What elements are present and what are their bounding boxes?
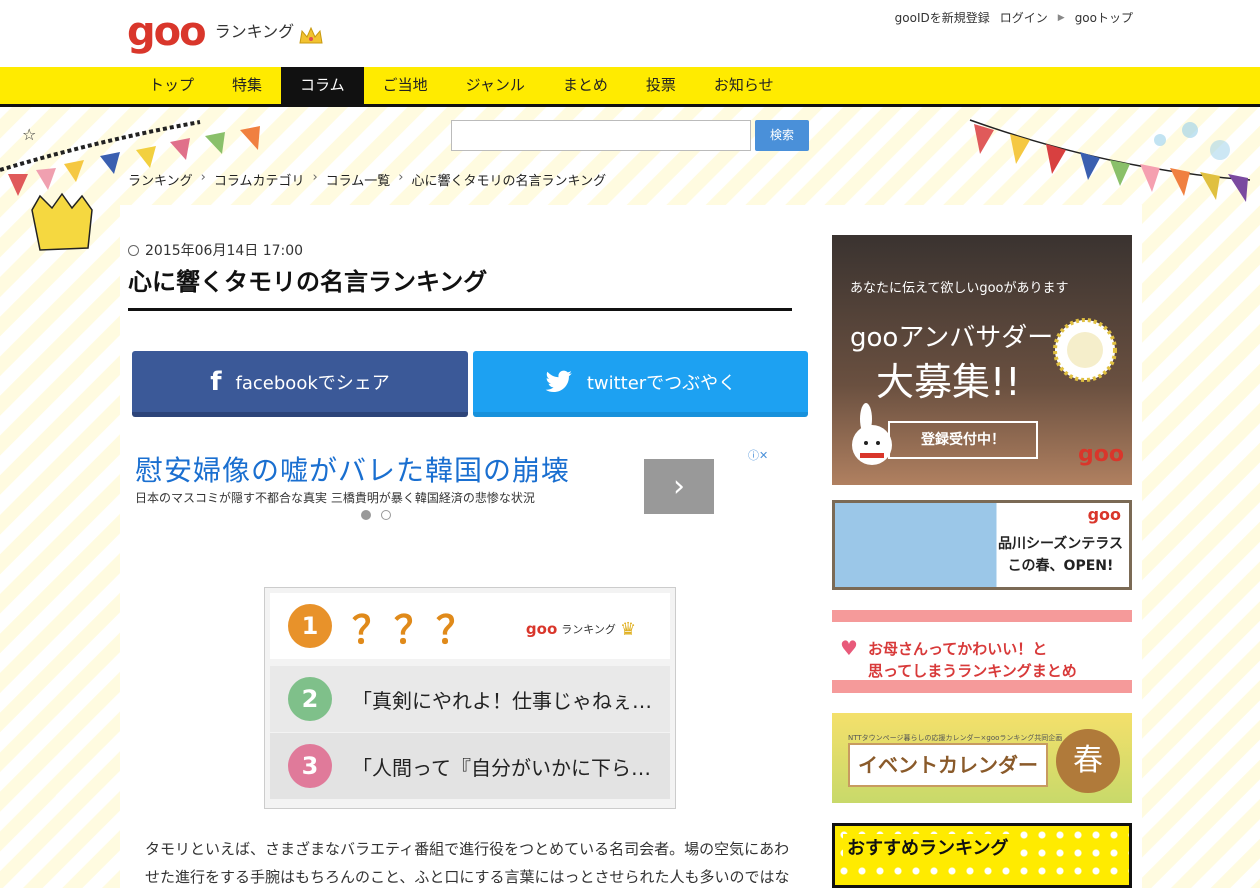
facebook-share-label: facebookでシェア (235, 372, 390, 394)
breadcrumb-column-list[interactable]: コラム一覧 (326, 170, 391, 189)
register-link[interactable]: gooIDを新規登録 (895, 9, 990, 26)
shinagawa-line1: 品川シーズンテラス (997, 536, 1123, 552)
rank-text: 「真剣にやれよ！仕事じゃねぇ… (352, 688, 652, 713)
rank-text: 「人間って『自分がいかに下ら… (352, 755, 651, 780)
nav-news[interactable]: お知らせ (695, 67, 793, 104)
date-text: 2015年06月14日 17:00 (145, 243, 304, 259)
mini-logo-goo: goo (525, 620, 558, 638)
nav-column[interactable]: コラム (281, 67, 364, 104)
rank-row-3: 3 「人間って『自分がいかに下ら… (270, 733, 670, 799)
nav-vote[interactable]: 投票 (627, 67, 695, 104)
search-button[interactable]: 検索 (755, 120, 809, 151)
breadcrumb: ランキング › コラムカテゴリ › コラム一覧 › 心に響くタモリの名言ランキン… (128, 170, 606, 189)
chevron-right-icon: › (312, 170, 318, 185)
breadcrumb-column-category[interactable]: コラムカテゴリ (214, 170, 305, 189)
event-title: イベントカレンダー (848, 743, 1048, 787)
event-season-badge: 春 (1056, 729, 1120, 793)
shinagawa-banner[interactable]: goo 品川シーズンテラス この春、OPEN! (832, 500, 1132, 590)
facebook-icon: f (210, 366, 222, 397)
breadcrumb-current: 心に響くタモリの名言ランキング (411, 174, 607, 189)
ambassador-banner[interactable]: あなたに伝えて欲しいgooがあります gooアンバサダー 大募集!! 登録受付中… (832, 235, 1132, 485)
ad-subtitle[interactable]: 日本のマスコミが隠す不都合な真実 三橋貴明が暴く韓国経済の悲惨な状況 (135, 489, 535, 506)
arrow-right-icon: ▶ (1057, 12, 1065, 23)
account-links: gooIDを新規登録 ログイン ▶ gooトップ (895, 9, 1133, 26)
ambassador-line3: 大募集!! (876, 360, 1021, 404)
rank-number-badge: 3 (288, 744, 332, 788)
crown-icon (299, 26, 323, 44)
twitter-share-button[interactable]: twitterでつぶやく (473, 351, 808, 417)
search-input[interactable] (451, 120, 751, 151)
recommended-ranking-box: おすすめランキング (832, 823, 1132, 888)
ambassador-goo-logo: goo (1078, 442, 1124, 467)
shinagawa-text: 品川シーズンテラス この春、OPEN! (998, 533, 1123, 577)
mother-banner-inner: ♥ お母さんってかわいい！と 思ってしまうランキングまとめ (832, 622, 1132, 680)
mother-banner-text: お母さんってかわいい！と 思ってしまうランキングまとめ (868, 638, 1077, 682)
article-body: タモリといえば、さまざまなバラエティ番組で進行役をつとめている名司会者。場の空気… (145, 840, 790, 886)
main-nav: トップ 特集 コラム ご当地 ジャンル まとめ 投票 お知らせ (0, 67, 1260, 107)
nav-special[interactable]: 特集 (213, 67, 281, 104)
rank-row-1: 1 ？？？ goo ランキング ♛ (270, 593, 670, 659)
carousel-dot[interactable] (381, 510, 391, 520)
twitter-bird-icon (545, 370, 572, 392)
ad-headline[interactable]: 慰安婦像の嘘がバレた韓国の崩壊 (135, 449, 570, 489)
rank-number-badge: 2 (288, 677, 332, 721)
shinagawa-line2: この春、OPEN! (1007, 558, 1114, 574)
twitter-share-label: twitterでつぶやく (586, 372, 737, 394)
carousel-dot[interactable] (361, 510, 371, 520)
chevron-right-icon: › (398, 170, 404, 185)
ambassador-register-button[interactable]: 登録受付中！ (888, 421, 1038, 459)
mother-line1: お母さんってかわいい！と (868, 640, 1048, 658)
site-header: goo ランキング gooIDを新規登録 ログイン ▶ gooトップ (0, 0, 1260, 68)
chevron-right-icon: › (200, 170, 206, 185)
rank-row-2: 2 「真剣にやれよ！仕事じゃねぇ… (270, 666, 670, 732)
goo-top-link[interactable]: gooトップ (1075, 9, 1133, 26)
ambassador-line1: あなたに伝えて欲しいgooがあります (850, 281, 1069, 296)
event-small-text: NTTタウンページ暮らしの応援カレンダー×gooランキング共同企画 (848, 734, 1063, 742)
page-title: 心に響くタモリの名言ランキング (128, 268, 488, 296)
ad-carousel-dots (361, 510, 391, 520)
goo-logo-text: goo (127, 9, 207, 55)
ad-info-icon[interactable]: ⓘ✕ (748, 447, 768, 463)
nav-top[interactable]: トップ (130, 67, 213, 104)
goo-ranking-mini-logo: goo ランキング ♛ (498, 609, 664, 649)
breadcrumb-ranking[interactable]: ランキング (128, 170, 193, 189)
heart-icon: ♥ (840, 636, 858, 660)
login-link[interactable]: ログイン (1000, 9, 1048, 26)
nav-genre[interactable]: ジャンル (447, 67, 544, 104)
nav-matome[interactable]: まとめ (544, 67, 627, 104)
clock-icon (128, 244, 139, 256)
crown-icon: ♛ (619, 618, 637, 640)
event-calendar-banner[interactable]: NTTタウンページ暮らしの応援カレンダー×gooランキング共同企画 イベントカレ… (832, 713, 1132, 803)
nav-local[interactable]: ご当地 (364, 67, 447, 104)
ranking-preview-card[interactable]: 1 ？？？ goo ランキング ♛ 2 「真剣にやれよ！仕事じゃねぇ… 3 「人… (264, 587, 676, 809)
mini-logo-sub: ランキング (561, 623, 616, 636)
badge-icon (1053, 318, 1117, 382)
ranking-logo-text: ランキング (214, 22, 295, 41)
mother-line2: 思ってしまうランキングまとめ (868, 662, 1077, 680)
title-underline (128, 308, 792, 311)
ad-next-button[interactable]: › (644, 459, 714, 514)
facebook-share-button[interactable]: f facebookでシェア (132, 351, 468, 417)
ambassador-line2: gooアンバサダー (850, 323, 1054, 353)
rank-number-badge: 1 (288, 604, 332, 648)
recommended-ranking-title: おすすめランキング (843, 834, 1013, 860)
article-date: 2015年06月14日 17:00 (128, 240, 303, 260)
shinagawa-goo-logo: goo (1087, 505, 1121, 524)
svg-text:☆: ☆ (22, 125, 36, 144)
mother-ranking-banner[interactable]: ♥ お母さんってかわいい！と 思ってしまうランキングまとめ (832, 610, 1132, 693)
site-logo[interactable]: goo ランキング (127, 12, 324, 52)
rank-text: ？？？ (352, 607, 479, 652)
